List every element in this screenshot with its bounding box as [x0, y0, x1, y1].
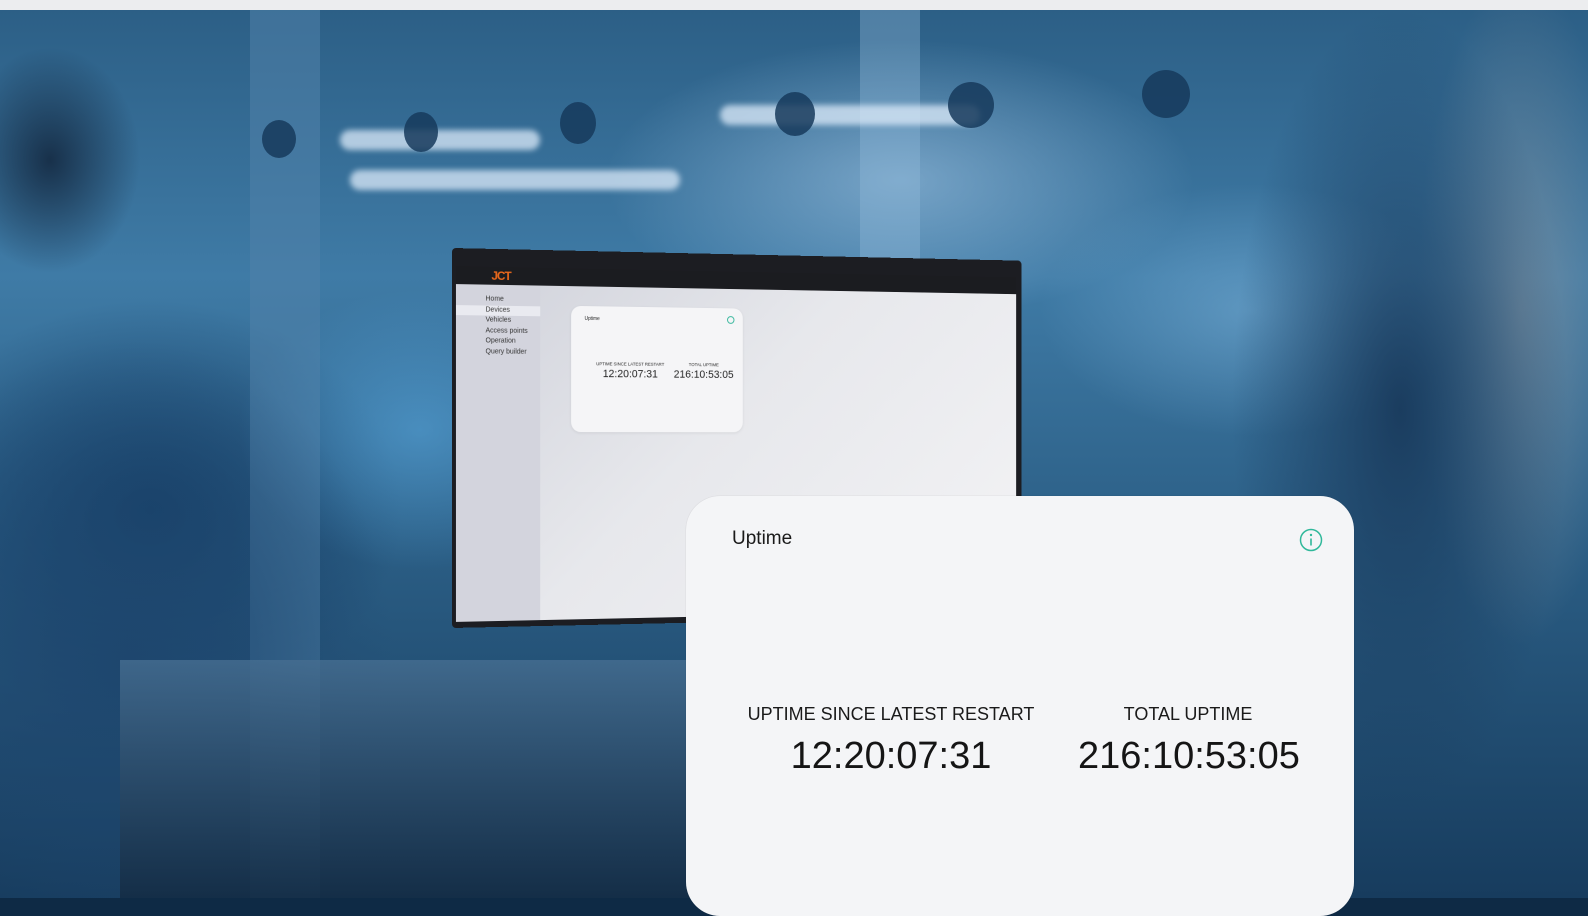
card-title: Uptime	[732, 528, 792, 550]
mini-stat-value: 216:10:53:05	[670, 369, 737, 381]
ceiling-light	[720, 105, 980, 125]
glass-dot	[1142, 70, 1190, 118]
app-logo: JCT	[491, 269, 510, 283]
mini-stat-label: TOTAL UPTIME	[670, 362, 737, 367]
uptime-card: Uptime UPTIME SINCE LATEST RESTART 12:20…	[686, 496, 1354, 916]
stat-label: UPTIME SINCE LATEST RESTART	[736, 704, 1046, 725]
info-icon	[727, 316, 734, 324]
app-sidebar: Home Devices Vehicles Access points Oper…	[456, 284, 540, 622]
sidebar-item-query-builder[interactable]: Query builder	[456, 347, 540, 358]
glass-dot	[948, 82, 994, 128]
mini-uptime-card: Uptime UPTIME SINCE LATEST RESTART 12:20…	[571, 306, 743, 432]
glass-dot	[775, 92, 815, 136]
uptime-since-restart: UPTIME SINCE LATEST RESTART 12:20:07:31	[736, 704, 1046, 778]
sidebar-nav: Home Devices Vehicles Access points Oper…	[456, 284, 540, 358]
info-button[interactable]	[1299, 528, 1323, 552]
stat-value: 216:10:53:05	[1078, 735, 1298, 778]
stat-label: TOTAL UPTIME	[1078, 704, 1298, 725]
total-uptime: TOTAL UPTIME 216:10:53:05	[1078, 704, 1298, 778]
mini-stat-label: UPTIME SINCE LATEST RESTART	[585, 361, 676, 367]
glass-dot	[560, 102, 596, 144]
mini-stat-since-restart: UPTIME SINCE LATEST RESTART 12:20:07:31	[585, 361, 676, 380]
top-bar	[0, 0, 1588, 10]
info-icon	[1299, 528, 1323, 552]
mini-stat-value: 12:20:07:31	[585, 368, 676, 380]
mini-stat-total: TOTAL UPTIME 216:10:53:05	[670, 362, 737, 381]
stat-value: 12:20:07:31	[736, 735, 1046, 778]
mini-card-title: Uptime	[585, 316, 600, 322]
